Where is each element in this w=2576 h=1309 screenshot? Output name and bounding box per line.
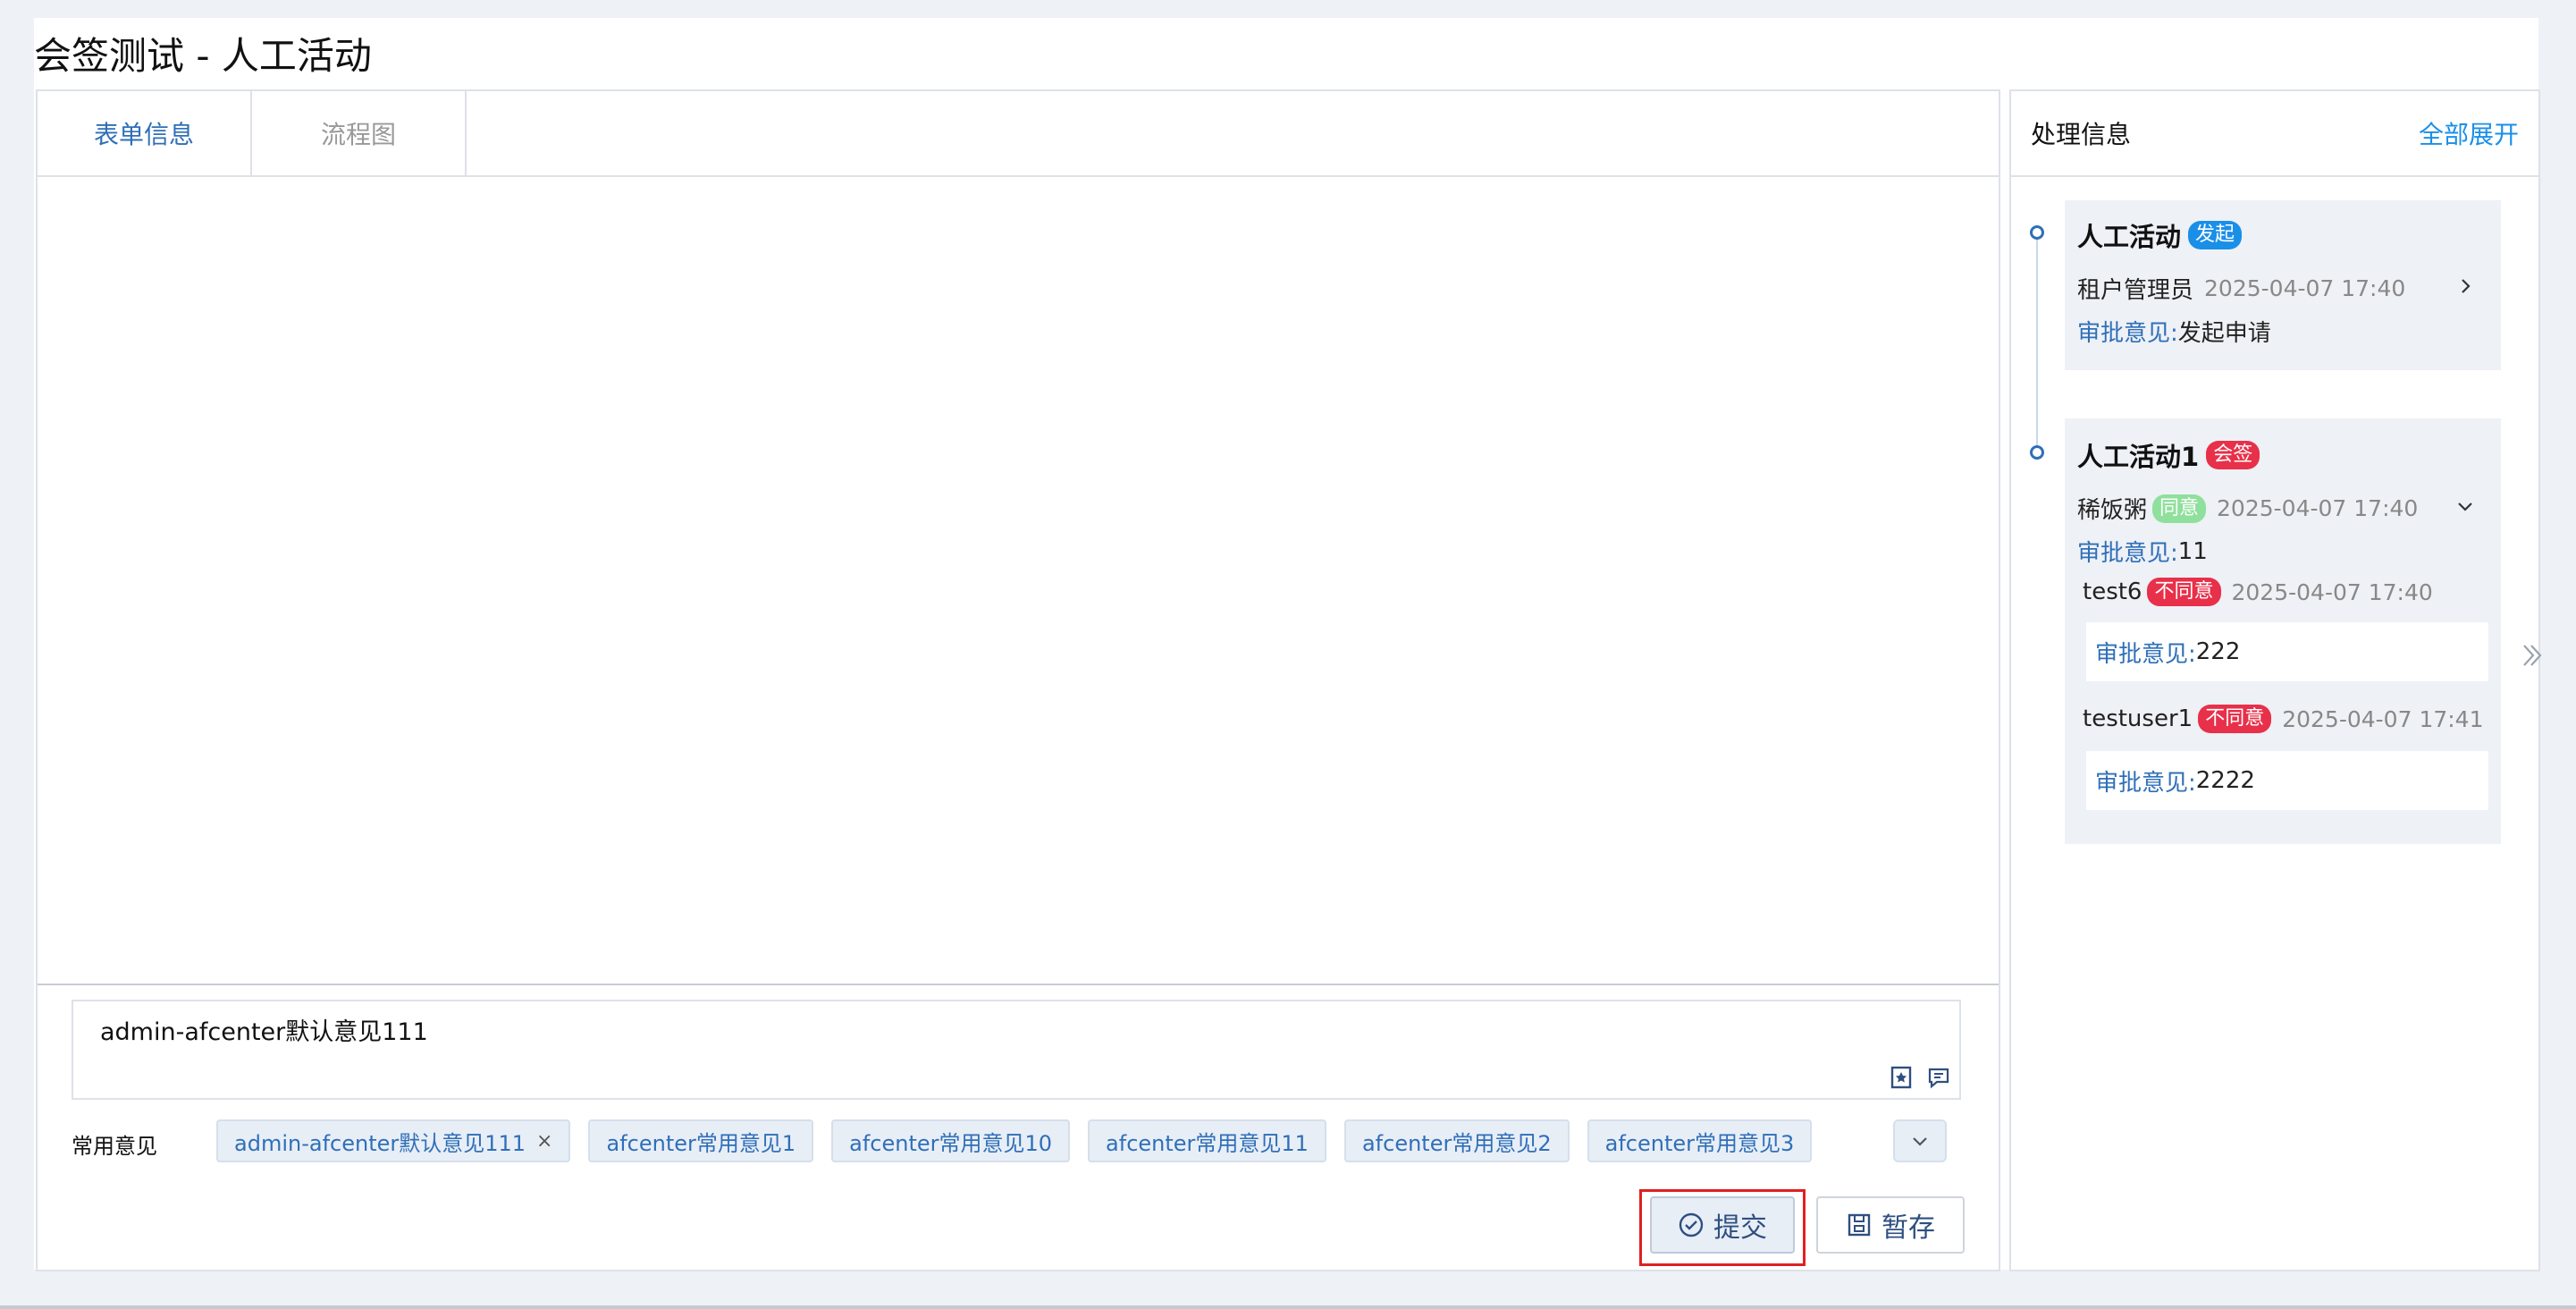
timeline-dot: [2030, 445, 2044, 460]
node-title: 人工活动1 会签: [2077, 436, 2260, 474]
timeline-dot: [2030, 225, 2044, 240]
bookmark-star-icon[interactable]: [1888, 1064, 1915, 1091]
chevron-down-icon: [1913, 1137, 1927, 1146]
node-user: 租户管理员: [2077, 277, 2194, 304]
sub-user-row: test6 不同意 2025-04-07 17:40: [2083, 578, 2433, 606]
save-draft-button-label: 暂存: [1881, 1212, 1935, 1244]
opinion-text: 222: [2195, 638, 2241, 665]
bottom-divider: [0, 1305, 2576, 1309]
opinion-chip[interactable]: afcenter常用意见3: [1587, 1119, 1813, 1162]
comment-input[interactable]: [100, 1016, 1798, 1043]
sub-user: testuser1: [2083, 705, 2193, 732]
node-opinion-row: 审批意见: 11: [2077, 535, 2208, 568]
node-badge: 发起: [2188, 221, 2243, 249]
node-title: 人工活动 发起: [2077, 216, 2243, 254]
processing-info-panel: 处理信息 全部展开 人工活动 发起 租户管理员 2025-04-07 17:40…: [2009, 89, 2540, 1271]
node-user-row: 稀饭粥 同意 2025-04-07 17:40: [2077, 492, 2418, 525]
node-time: 2025-04-07 17:40: [2217, 495, 2419, 521]
opinion-chip[interactable]: admin-afcenter默认意见111 ×: [216, 1119, 571, 1162]
sub-user-row: testuser1 不同意 2025-04-07 17:41: [2083, 705, 2483, 733]
node-badge: 会签: [2206, 441, 2260, 469]
double-chevron-right-icon[interactable]: [2519, 640, 2546, 671]
processing-info-title: 处理信息: [2031, 120, 2132, 149]
opinion-text: 11: [2177, 537, 2208, 565]
check-circle-icon: [1679, 1212, 1704, 1237]
processing-info-header: 处理信息 全部展开: [2011, 91, 2538, 177]
status-badge: 不同意: [2147, 578, 2221, 606]
common-opinions-list: admin-afcenter默认意见111 × afcenter常用意见1 af…: [216, 1119, 1813, 1164]
opinion-chip[interactable]: afcenter常用意见1: [588, 1119, 814, 1162]
node-opinion-row: 审批意见: 发起申请: [2077, 315, 2271, 348]
opinion-chip[interactable]: afcenter常用意见2: [1343, 1119, 1570, 1162]
opinion-chip-label: admin-afcenter默认意见111: [234, 1130, 526, 1156]
sub-time: 2025-04-07 17:40: [2231, 578, 2433, 605]
save-icon: [1848, 1213, 1871, 1237]
comment-box[interactable]: [72, 1000, 1961, 1100]
node-user-row: 租户管理员 2025-04-07 17:40: [2077, 272, 2488, 305]
opinion-label: 审批意见:: [2095, 640, 2196, 668]
common-opinions-label: 常用意见: [72, 1134, 157, 1159]
tab-form-info[interactable]: 表单信息: [38, 91, 252, 175]
chevron-down-icon[interactable]: [2454, 495, 2476, 517]
tab-flow-chart[interactable]: 流程图: [252, 91, 467, 175]
node-user: 稀饭粥: [2077, 497, 2148, 524]
tab-bar: 表单信息 流程图: [38, 91, 1999, 177]
remove-chip-icon[interactable]: ×: [536, 1130, 552, 1153]
timeline-node-card: 人工活动 发起 租户管理员 2025-04-07 17:40 审批意见: 发起申…: [2065, 200, 2501, 370]
submit-button[interactable]: 提交: [1650, 1196, 1795, 1254]
expand-opinions-button[interactable]: [1893, 1119, 1947, 1162]
node-time: 2025-04-07 17:40: [2204, 275, 2406, 301]
opinion-chip[interactable]: afcenter常用意见11: [1088, 1119, 1326, 1162]
form-body: [38, 177, 1999, 985]
node-name: 人工活动1: [2077, 442, 2200, 472]
save-draft-button[interactable]: 暂存: [1816, 1196, 1965, 1254]
expand-all-link[interactable]: 全部展开: [2419, 115, 2519, 151]
sub-user: test6: [2083, 578, 2142, 605]
node-name: 人工活动: [2077, 222, 2182, 252]
timeline-node-card: 人工活动1 会签 稀饭粥 同意 2025-04-07 17:40 审批意见: 1…: [2065, 418, 2501, 844]
opinion-label: 审批意见:: [2077, 320, 2178, 347]
status-badge: 同意: [2152, 494, 2207, 523]
page-title: 会签测试 - 人工活动: [34, 34, 372, 78]
opinion-label: 审批意见:: [2095, 769, 2196, 797]
status-badge: 不同意: [2198, 705, 2272, 733]
sub-opinion-box: 审批意见: 2222: [2086, 751, 2488, 810]
comment-icon[interactable]: [1925, 1064, 1952, 1091]
opinion-chip[interactable]: afcenter常用意见10: [831, 1119, 1071, 1162]
timeline-line: [2036, 225, 2038, 449]
opinion-text: 发起申请: [2177, 320, 2271, 347]
sub-time: 2025-04-07 17:41: [2282, 705, 2484, 732]
sub-opinion-box: 审批意见: 222: [2086, 622, 2488, 681]
opinion-label: 审批意见:: [2077, 540, 2178, 567]
submit-button-label: 提交: [1713, 1212, 1767, 1244]
opinion-text: 2222: [2195, 767, 2255, 794]
chevron-right-icon[interactable]: [2454, 275, 2476, 297]
